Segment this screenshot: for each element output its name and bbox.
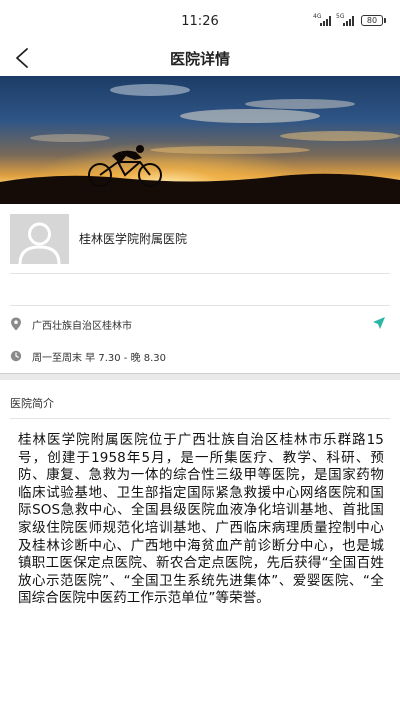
intro-body: 桂林医学院附属医院位于广西壮族自治区桂林市乐群路15号，创建于1958年5月，是… [18,432,384,607]
hospital-header: 桂林医学院附属医院 [0,204,400,274]
clock-icon [10,350,22,362]
location-pin-icon [11,317,21,331]
divider [10,273,390,274]
cellular-signal-icon: 4G [313,13,331,26]
section-separator [0,373,400,380]
address-row[interactable]: 广西壮族自治区桂林市 [0,312,400,336]
banner-image [0,76,400,204]
intro-section-title: 医院简介 [10,397,54,410]
divider [10,418,390,419]
page-title: 医院详情 [169,50,230,68]
user-silhouette-icon [18,222,61,264]
battery-icon: 80 [361,15,386,26]
address-text: 广西壮族自治区桂林市 [32,321,132,332]
nav-bar: 医院详情 [0,40,400,76]
hospital-name: 桂林医学院附属医院 [79,232,188,246]
status-bar: 11:26 4G 5G 80 [0,0,400,40]
hospital-avatar [10,214,69,264]
status-icons: 4G 5G 80 [313,13,386,26]
navigation-arrow-icon[interactable] [372,316,386,330]
hours-row: 周一至周末 早 7.30 - 晚 8.30 [0,344,400,368]
divider [10,305,390,306]
hours-text: 周一至周末 早 7.30 - 晚 8.30 [32,353,167,364]
cellular-signal-icon-2: 5G [336,13,354,26]
